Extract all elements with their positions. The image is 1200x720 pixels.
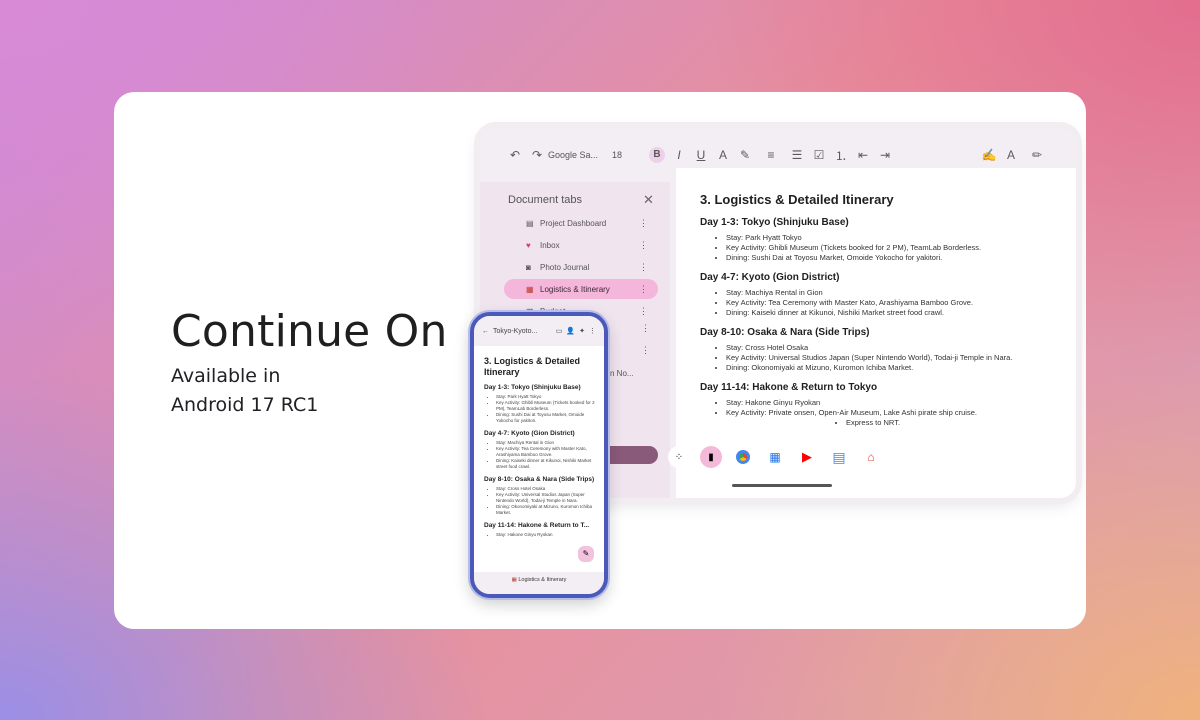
tab-project-dashboard[interactable]: ▤ Project Dashboard ⋮: [504, 213, 658, 233]
list-item: Key Activity: Tea Ceremony with Master K…: [496, 446, 600, 458]
docs-icon[interactable]: ▤: [828, 446, 850, 468]
redo-icon[interactable]: ↷: [526, 148, 548, 162]
list-item: Key Activity: Private onsen, Open-Air Mu…: [726, 408, 1052, 418]
indent-increase-icon[interactable]: ⇥: [874, 148, 896, 162]
section-heading: Day 8-10: Osaka & Nara (Side Trips): [484, 476, 595, 483]
panel-title: Document tabs: [508, 194, 582, 206]
subtitle-line-2: Android 17 RC1: [171, 394, 319, 416]
align-icon[interactable]: ≡: [756, 148, 786, 162]
more-icon[interactable]: ⋮: [639, 262, 648, 273]
list-item: Key Activity: Ghibli Museum (Tickets boo…: [726, 243, 1052, 253]
phone-icon[interactable]: ▮: [700, 446, 722, 468]
home-icon[interactable]: ⌂: [860, 446, 882, 468]
subtitle-line-1: Available in: [171, 365, 281, 387]
phone-screen: ← Tokyo-Kyoto... ▭ 👤 ✦ ⋮ 3. Logistics & …: [470, 312, 608, 598]
gemini-icon[interactable]: ✦: [579, 327, 585, 335]
bullet-list-icon[interactable]: ☰: [786, 148, 808, 162]
taskbar-handle[interactable]: [732, 484, 832, 487]
more-icon[interactable]: ⋮: [639, 306, 648, 317]
font-size-selector[interactable]: 18: [612, 150, 646, 160]
tab-logistics-itinerary[interactable]: ▦ Logistics & Itinerary ⋮: [504, 279, 658, 299]
youtube-icon[interactable]: ▶: [796, 446, 818, 468]
font-selector[interactable]: Google Sa...: [548, 150, 612, 160]
more-icon[interactable]: ⋮: [639, 284, 648, 295]
calendar-icon[interactable]: ▦: [764, 446, 786, 468]
more-icon[interactable]: ⋮: [641, 345, 650, 356]
heart-icon: ♥: [526, 240, 531, 250]
headline: Continue On: [171, 306, 448, 357]
list-item: Key Activity: Universal Studios Japan (S…: [496, 492, 600, 504]
dashboard-icon: ▤: [526, 218, 534, 228]
tab-inbox[interactable]: ♥ Inbox ⋮: [504, 235, 658, 255]
close-icon[interactable]: ✕: [643, 192, 654, 208]
text-color-button[interactable]: A: [712, 148, 734, 162]
app-drawer-icon[interactable]: ⁘: [668, 446, 690, 468]
text-format-icon[interactable]: A: [1000, 148, 1022, 162]
promo-card: Continue On Available in Android 17 RC1 …: [114, 92, 1086, 629]
more-icon[interactable]: ⋮: [589, 327, 596, 335]
share-icon[interactable]: 👤: [566, 327, 575, 335]
indent-decrease-icon[interactable]: ⇤: [852, 148, 874, 162]
comment-icon[interactable]: ▭: [556, 327, 563, 335]
italic-button[interactable]: I: [668, 148, 690, 162]
tab-photo-journal[interactable]: ◙ Photo Journal ⋮: [504, 257, 658, 277]
section-heading: Day 1-3: Tokyo (Shinjuku Base): [484, 384, 581, 391]
highlight-icon[interactable]: ✎: [734, 148, 756, 162]
chrome-icon[interactable]: [732, 446, 754, 468]
phone-doc-heading: 3. Logistics & Detailed Itinerary: [484, 356, 581, 377]
underline-button[interactable]: U: [690, 148, 712, 162]
checklist-icon[interactable]: ☑: [808, 148, 830, 162]
more-icon[interactable]: ⋮: [639, 240, 648, 251]
taskbar: ⁘ ▮ ▦ ▶ ▤ ⌂: [660, 438, 922, 476]
list-item: Dining: Sushi Dai at Toyosu Market, Omoi…: [496, 412, 600, 424]
list-item: Dining: Sushi Dai at Toyosu Market, Omoi…: [726, 253, 1052, 263]
section-heading: Day 11-14: Hakone & Return to T...: [484, 522, 590, 529]
undo-icon[interactable]: ↶: [504, 148, 526, 162]
phone-document: 3. Logistics & Detailed Itinerary Day 1-…: [484, 356, 600, 538]
more-icon[interactable]: ⋮: [641, 323, 650, 334]
phone-bottom-tab[interactable]: ▦ Logistics & Itinerary: [474, 572, 604, 594]
list-item: Stay: Hakone Ginyu Ryokan: [726, 398, 1052, 408]
list-item: Stay: Machiya Rental in Gion: [726, 288, 1052, 298]
back-arrow-icon[interactable]: ←: [482, 328, 489, 335]
more-icon[interactable]: ⋮: [639, 218, 648, 229]
list-item: Stay: Park Hyatt Tokyo: [726, 233, 1052, 243]
list-item: Key Activity: Tea Ceremony with Master K…: [726, 298, 1052, 308]
section-heading: Day 4-7: Kyoto (Gion District): [484, 430, 575, 437]
tab-truncated[interactable]: n No...: [610, 363, 650, 383]
list-item: Key Activity: Universal Studios Japan (S…: [726, 353, 1052, 363]
numbered-list-icon[interactable]: ⒈: [830, 147, 852, 164]
list-item: Dining: Kaiseki dinner at Kikunoi, Nishi…: [726, 308, 1052, 318]
calendar-icon: ▦: [526, 284, 534, 294]
phone-toolbar: ← Tokyo-Kyoto... ▭ 👤 ✦ ⋮: [474, 316, 604, 346]
list-item: Dining: Kaiseki dinner at Kikunoi, Nishi…: [496, 458, 600, 470]
list-item: Express to NRT.: [846, 418, 1052, 428]
list-item: Stay: Hakone Ginyu Ryokan: [496, 532, 600, 538]
doc-title: 3. Logistics & Detailed Itinerary: [700, 192, 894, 207]
phone-doc-title: Tokyo-Kyoto...: [493, 327, 538, 335]
section-heading: Day 8-10: Osaka & Nara (Side Trips): [700, 327, 870, 338]
handwriting-icon[interactable]: ✍: [978, 148, 1000, 162]
list-item: Dining: Okonomiyaki at Mizuno, Kuromon I…: [496, 504, 600, 516]
section-heading: Day 11-14: Hakone & Return to Tokyo: [700, 382, 878, 393]
list-item: Dining: Okonomiyaki at Mizuno, Kuromon I…: [726, 363, 1052, 373]
pen-icon[interactable]: ✏: [1022, 148, 1052, 162]
camera-icon: ◙: [526, 262, 531, 272]
edit-fab[interactable]: ✎: [578, 546, 594, 562]
section-heading: Day 4-7: Kyoto (Gion District): [700, 272, 840, 283]
bold-button[interactable]: B: [649, 147, 665, 163]
section-heading: Day 1-3: Tokyo (Shinjuku Base): [700, 217, 849, 228]
list-item: Key Activity: Ghibli Museum (Tickets boo…: [496, 400, 600, 412]
list-item: Stay: Cross Hotel Osaka: [726, 343, 1052, 353]
